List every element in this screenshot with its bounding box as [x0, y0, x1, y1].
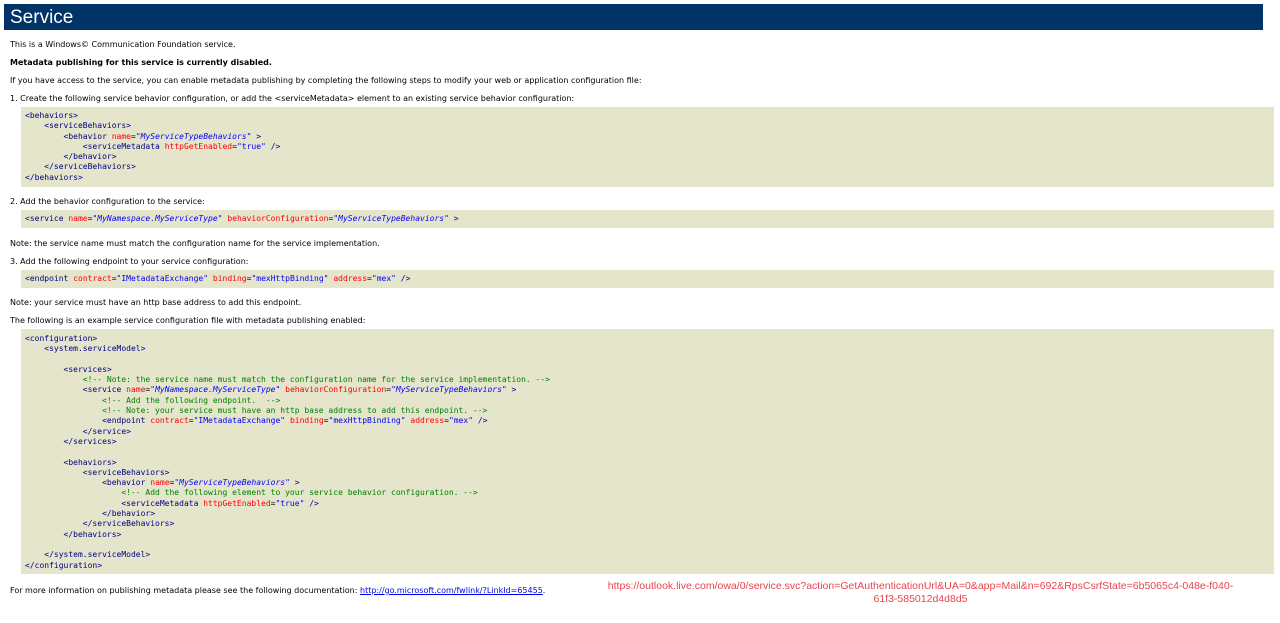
step2-text: 2. Add the behavior configuration to the… [10, 197, 205, 206]
code-line: <endpoint contract="IMetadataExchange" b… [25, 274, 411, 283]
step2-code-block: <service name="MyNamespace.MyServiceType… [21, 210, 1274, 228]
code-line: </serviceBehaviors> [82, 519, 175, 529]
code-line: </services> [63, 436, 117, 446]
code-line: <!-- Note: your service must have an htt… [102, 406, 488, 416]
step1-code-block: <behaviors> <serviceBehaviors> <behavior… [21, 107, 1274, 187]
code-line: <serviceMetadata httpGetEnabled="true" /… [121, 498, 319, 508]
service-name-note: Note: the service name must match the co… [10, 239, 380, 248]
code-line: <serviceBehaviors> [44, 121, 131, 131]
code-line: <serviceBehaviors> [82, 467, 170, 477]
code-line: </system.serviceModel> [44, 550, 151, 560]
footer-label: For more information on publishing metad… [10, 586, 360, 595]
code-line: <endpoint contract="IMetadataExchange" b… [102, 416, 488, 426]
code-line: <configuration> [25, 334, 98, 343]
code-line: </behaviors> [25, 172, 83, 182]
http-base-address-note: Note: your service must have an http bas… [10, 298, 302, 307]
code-line: <system.serviceModel> [44, 344, 146, 354]
code-line: </behavior> [63, 152, 117, 162]
page-title: Service [4, 4, 1263, 30]
metadata-disabled-text: Metadata publishing for this service is … [10, 58, 272, 67]
step3-text: 3. Add the following endpoint to your se… [10, 257, 249, 266]
step1-text: 1. Create the following service behavior… [10, 94, 575, 103]
access-instructions-text: If you have access to the service, you c… [10, 76, 642, 85]
code-line: <!-- Note: the service name must match t… [82, 375, 550, 385]
overlay-url-text: https://outlook.live.com/owa/0/service.s… [607, 580, 1234, 605]
documentation-link[interactable]: http://go.microsoft.com/fwlink/?LinkId=6… [360, 586, 543, 595]
footer-documentation-text: For more information on publishing metad… [10, 586, 545, 595]
code-line: <behaviors> [25, 111, 78, 120]
example-intro-text: The following is an example service conf… [10, 316, 366, 325]
code-line: </behaviors> [63, 529, 122, 539]
code-line: </behavior> [102, 509, 156, 519]
code-line: <service name="MyNamespace.MyServiceType… [25, 214, 459, 223]
code-line: </service> [82, 426, 131, 436]
example-config-code-block: <configuration> <system.serviceModel> <s… [21, 329, 1274, 574]
code-line: <!-- Add the following element to your s… [121, 488, 478, 498]
code-line: </serviceBehaviors> [44, 162, 136, 172]
code-line: <behavior name="MyServiceTypeBehaviors" … [102, 478, 300, 488]
step3-code-block: <endpoint contract="IMetadataExchange" b… [21, 270, 1274, 288]
code-line: <services> [63, 364, 112, 374]
code-line: <behaviors> [63, 457, 117, 467]
wcf-intro-text: This is a Windows© Communication Foundat… [10, 40, 236, 49]
code-line: <behavior name="MyServiceTypeBehaviors" … [63, 131, 262, 141]
code-line: </configuration> [25, 560, 103, 570]
footer-period: . [542, 586, 546, 595]
code-line: <!-- Add the following endpoint. --> [102, 395, 281, 405]
code-line: <service name="MyNamespace.MyServiceType… [82, 385, 517, 395]
code-line: <serviceMetadata httpGetEnabled="true" /… [82, 141, 281, 151]
